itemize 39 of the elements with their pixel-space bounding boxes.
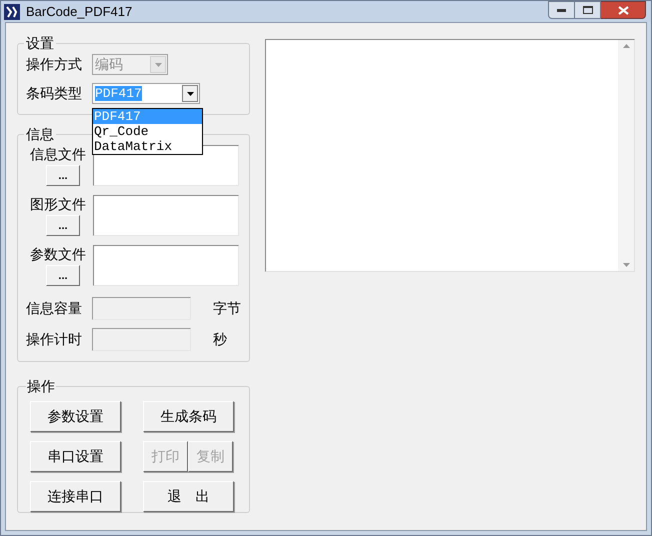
field-label: 参数文件 [30,245,86,263]
field-label: 图形文件 [30,195,86,213]
minimize-button[interactable] [548,1,575,19]
unit-label: 字节 [213,299,241,318]
minimize-icon [557,8,566,12]
scrollbar[interactable] [618,40,634,271]
maximize-button[interactable] [575,1,601,19]
file-path-field[interactable] [93,195,239,236]
group-title: 操作 [26,377,56,396]
dropdown-arrow-icon [186,92,194,96]
action-button[interactable]: 参数设置 [30,401,121,432]
field-label: 操作计时 [26,330,83,349]
action-button[interactable]: 串口设置 [30,441,121,472]
browse-button[interactable]: ... [46,265,80,286]
dropdown-value: 编码 [95,56,123,72]
group-title: 信息 [25,125,55,144]
browse-button[interactable]: ... [46,215,80,236]
scroll-up-icon [622,44,630,48]
dropdown-option[interactable]: DataMatrix [93,139,202,154]
field-label: 信息容量 [26,299,83,318]
field-label: 信息文件 [30,145,86,163]
dropdown-arrow-icon [154,62,162,66]
window-title: BarCode_PDF417 [26,2,132,21]
action-button[interactable]: 连接串口 [30,481,121,512]
action-button[interactable]: 生成条码 [143,401,234,432]
field-label: 操作方式 [26,55,83,74]
unit-label: 秒 [213,330,227,349]
close-button[interactable] [601,1,646,19]
file-path-field[interactable] [93,245,239,286]
dropdown-value: PDF417 [95,86,142,101]
field-label: 条码类型 [26,84,83,103]
app-icon [4,4,20,20]
group-title: 设置 [25,34,55,53]
browse-button[interactable]: ... [46,165,80,186]
action-button[interactable]: 退 出 [143,481,234,512]
close-icon [618,6,628,14]
maximize-icon [582,6,592,14]
scroll-down-icon [622,263,630,267]
dropdown-option[interactable]: Qr_Code [93,124,202,139]
